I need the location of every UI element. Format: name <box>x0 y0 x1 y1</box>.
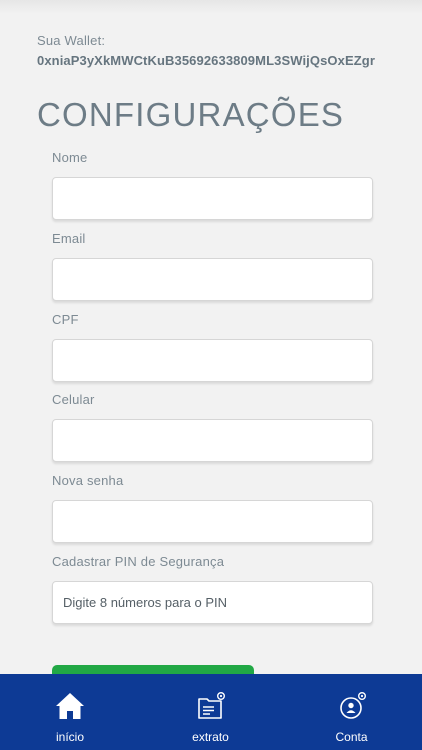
nav-item-statement[interactable]: extrato <box>140 674 281 750</box>
wallet-info: Sua Wallet: 0xniaP3yXkMWCtKuB35692633809… <box>37 33 417 68</box>
phone-label: Celular <box>52 392 95 407</box>
pin-field: Cadastrar PIN de Segurança <box>52 554 373 624</box>
wallet-label: Sua Wallet: <box>37 33 106 48</box>
email-input[interactable] <box>52 258 373 301</box>
cpf-input[interactable] <box>52 339 373 382</box>
settings-screen: Sua Wallet: 0xniaP3yXkMWCtKuB35692633809… <box>0 0 422 750</box>
pin-label: Cadastrar PIN de Segurança <box>52 554 225 569</box>
nav-label-home: início <box>55 730 84 744</box>
new-password-label: Nova senha <box>52 473 124 488</box>
name-field: Nome <box>52 150 373 220</box>
bottom-nav: início extrato Conta <box>0 674 422 750</box>
nav-label-statement: extrato <box>192 730 229 744</box>
nav-item-home[interactable]: início <box>0 674 140 750</box>
wallet-address: 0xniaP3yXkMWCtKuB35692633809ML3SWijQsOxE… <box>37 53 375 68</box>
pin-input[interactable] <box>52 581 373 624</box>
top-shadow <box>0 0 422 14</box>
statement-folder-icon <box>197 692 225 719</box>
name-input[interactable] <box>52 177 373 220</box>
page-title: CONFIGURAÇÕES <box>37 96 345 133</box>
name-label: Nome <box>52 150 88 165</box>
account-icon <box>339 692 366 719</box>
phone-input[interactable] <box>52 419 373 462</box>
email-label: Email <box>52 231 86 246</box>
cpf-label: CPF <box>52 312 79 327</box>
new-password-input[interactable] <box>52 500 373 543</box>
new-password-field: Nova senha <box>52 473 373 543</box>
email-field: Email <box>52 231 373 301</box>
phone-field: Celular <box>52 392 373 462</box>
nav-item-account[interactable]: Conta <box>281 674 422 750</box>
cpf-field: CPF <box>52 312 373 382</box>
nav-label-account: Conta <box>335 730 368 744</box>
home-icon <box>56 693 84 719</box>
